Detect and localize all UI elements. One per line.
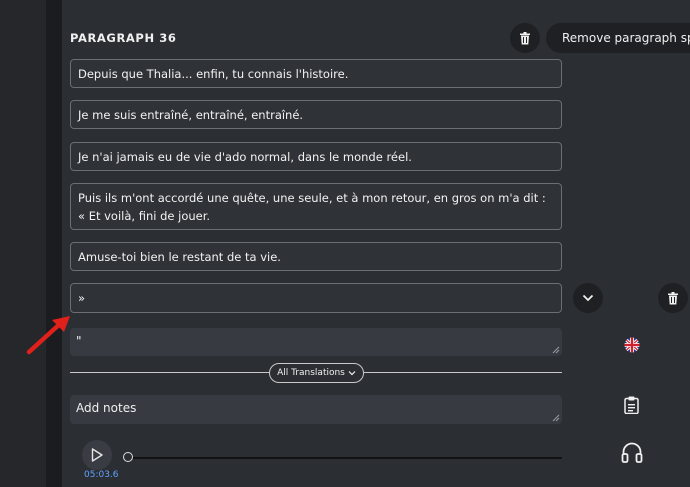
headphones-icon[interactable] xyxy=(620,440,644,464)
sentence-field[interactable]: Puis ils m'ont accordé une quête, une se… xyxy=(70,183,562,230)
divider-left xyxy=(70,372,269,373)
delete-sentence-button[interactable] xyxy=(658,283,688,313)
all-translations-button[interactable]: All Translations xyxy=(269,363,364,383)
translation-field[interactable]: " xyxy=(70,328,562,356)
uk-flag-icon[interactable] xyxy=(623,337,641,353)
play-button[interactable] xyxy=(82,440,112,470)
annotation-arrow-icon xyxy=(26,316,70,355)
notes-placeholder: Add notes xyxy=(76,401,137,415)
delete-paragraph-button[interactable] xyxy=(510,23,540,53)
remove-paragraph-space-button[interactable]: Remove paragraph space xyxy=(546,23,690,53)
all-translations-label: All Translations xyxy=(277,368,345,378)
notes-field[interactable]: Add notes xyxy=(70,395,562,424)
audio-seek-track[interactable] xyxy=(128,457,562,459)
audio-time: 05:03.6 xyxy=(84,470,119,480)
resize-handle-icon[interactable] xyxy=(552,414,560,422)
resize-handle-icon[interactable] xyxy=(552,346,560,354)
divider-right xyxy=(364,372,562,373)
chevron-down-icon xyxy=(348,371,356,376)
paragraph-title: PARAGRAPH 36 xyxy=(70,31,177,45)
trash-icon xyxy=(520,31,530,44)
trash-icon xyxy=(668,291,678,304)
chevron-down-icon xyxy=(582,294,594,302)
audio-seek-thumb[interactable] xyxy=(123,452,133,462)
remove-paragraph-space-label: Remove paragraph space xyxy=(562,31,690,45)
play-icon xyxy=(91,448,103,462)
sentence-field[interactable]: Depuis que Thalia... enfin, tu connais l… xyxy=(70,59,562,88)
left-gutter xyxy=(0,0,46,487)
sentence-field[interactable]: Je me suis entraîné, entraîné, entraîné. xyxy=(70,100,562,129)
left-strip xyxy=(46,0,62,487)
translation-value: " xyxy=(76,334,82,348)
clipboard-icon[interactable] xyxy=(624,396,639,414)
expand-button[interactable] xyxy=(573,283,603,313)
sentence-field-active[interactable]: » xyxy=(70,283,562,313)
sentence-field[interactable]: Je n'ai jamais eu de vie d'ado normal, d… xyxy=(70,142,562,171)
sentence-field[interactable]: Amuse-toi bien le restant de ta vie. xyxy=(70,242,562,271)
